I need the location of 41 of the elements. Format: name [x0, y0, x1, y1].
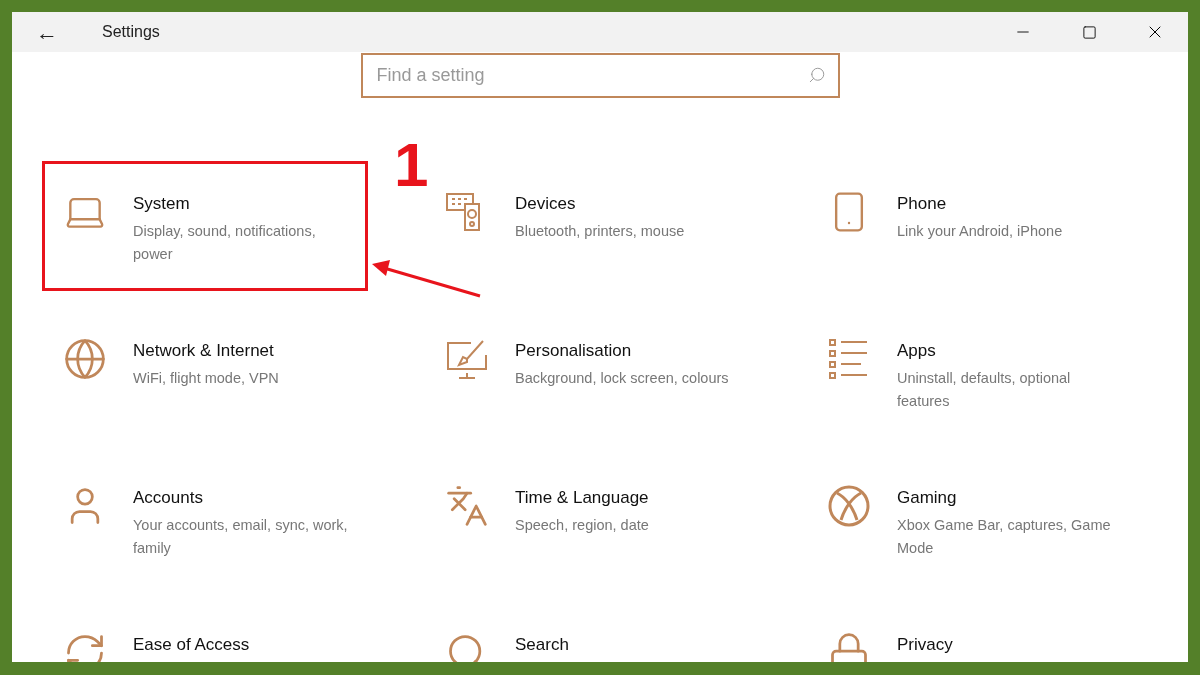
- search-icon: [807, 66, 826, 84]
- tile-title: System: [133, 194, 191, 214]
- settings-tile[interactable]: Gaming Xbox Game Bar, captures, Game Mode: [806, 455, 1132, 585]
- tile-title: Gaming: [897, 488, 958, 508]
- tile-description: Speech, region, date: [515, 516, 650, 535]
- tile-title: Accounts: [133, 488, 204, 508]
- settings-tile[interactable]: Time & Language Speech, region, date: [424, 455, 750, 585]
- tile-description: Your accounts, email, sync, work, family: [133, 516, 348, 558]
- window-title: Settings: [102, 22, 160, 42]
- tile-title: Apps: [897, 341, 937, 361]
- tile-title: Personalisation: [515, 341, 633, 361]
- settings-tile[interactable]: System Display, sound, notifications, power: [42, 161, 368, 291]
- tile-description: Xbox Game Bar, captures, Game Mode: [897, 516, 1112, 558]
- tile-title: Ease of Access: [133, 635, 250, 655]
- tile-title: Network & Internet: [133, 341, 275, 361]
- xbox-icon: [827, 484, 871, 528]
- settings-tile[interactable]: Personalisation Background, lock screen, colours: [424, 308, 750, 438]
- settings-tile[interactable]: Accounts Your accounts, email, sync, work, family: [42, 455, 368, 585]
- tile-description: Bluetooth, printers, mouse: [515, 222, 686, 241]
- tile-description: Background, lock screen, colours: [515, 369, 730, 388]
- settings-tile[interactable]: Apps Uninstall, defaults, optional features: [806, 308, 1132, 438]
- language-icon: [445, 484, 489, 528]
- tile-description: Uninstall, defaults, optional features: [897, 369, 1072, 411]
- settings-tile[interactable]: Search: [424, 602, 750, 662]
- settings-tile[interactable]: Network & Internet WiFi, flight mode, VPN: [42, 308, 368, 438]
- tile-title: Privacy: [897, 635, 953, 655]
- tile-description: Display, sound, notifications, power: [133, 222, 317, 264]
- tile-title: Devices: [515, 194, 577, 214]
- settings-tile[interactable]: Ease of Access: [42, 602, 368, 662]
- tile-description: Link your Android, iPhone: [897, 222, 1064, 241]
- back-button[interactable]: ←: [12, 12, 82, 52]
- settings-tile[interactable]: Phone Link your Android, iPhone: [806, 161, 1132, 291]
- settings-tile[interactable]: Privacy: [806, 602, 1132, 662]
- globe-icon: [63, 337, 107, 381]
- search-field[interactable]: Find a setting: [360, 53, 840, 98]
- tile-description: WiFi, flight mode, VPN: [133, 369, 280, 388]
- annotation-number: 1: [394, 134, 429, 196]
- tile-title: Search: [515, 635, 569, 655]
- maximize-icon[interactable]: [1081, 24, 1097, 40]
- tile-title: Time & Language: [515, 488, 650, 508]
- tile-title: Phone: [897, 194, 948, 214]
